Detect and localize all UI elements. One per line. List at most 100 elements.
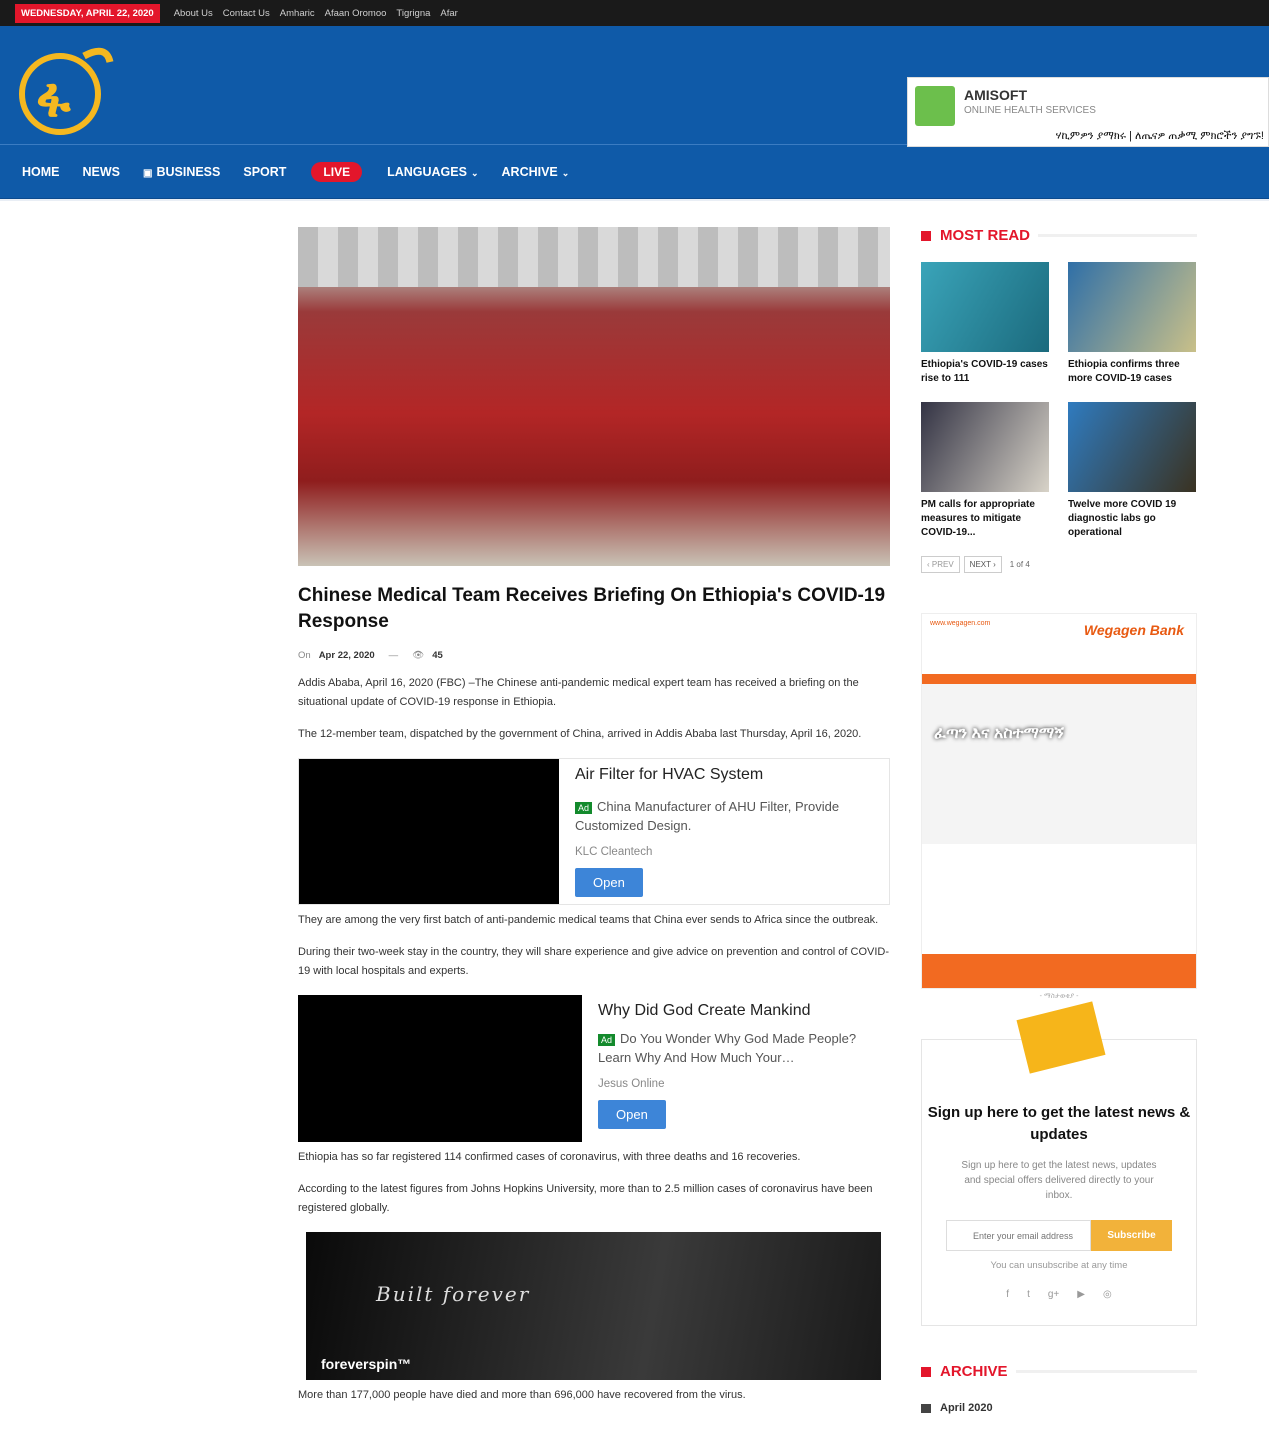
most-read-title[interactable]: Twelve more COVID 19 diagnostic labs go … <box>1068 498 1196 540</box>
nav-archive-label: ARCHIVE <box>501 164 558 179</box>
pager: ‹ PREV NEXT › 1 of 4 <box>921 556 1197 573</box>
most-read-title[interactable]: Ethiopia confirms three more COVID-19 ca… <box>1068 358 1196 386</box>
nav-home[interactable]: HOME <box>22 165 60 179</box>
subscribe-button[interactable]: Subscribe <box>1091 1220 1172 1251</box>
article-title: Chinese Medical Team Receives Briefing O… <box>298 585 886 632</box>
article: Chinese Medical Team Receives Briefing O… <box>298 227 890 1405</box>
newsletter-form: Subscribe <box>946 1220 1172 1251</box>
top-link-contact[interactable]: Contact Us <box>223 8 270 19</box>
ad-tag: Ad <box>575 802 593 814</box>
next-button[interactable]: NEXT › <box>963 556 1002 573</box>
main-nav: HOME NEWS ▣ BUSINESS SPORT LIVE LANGUAGES… <box>0 144 1269 198</box>
ad-image[interactable] <box>298 995 582 1142</box>
envelope-icon <box>1016 1001 1106 1074</box>
ad-open-button[interactable]: Open <box>575 868 643 897</box>
top-link-oromoo[interactable]: Afaan Oromoo <box>325 8 387 19</box>
article-paragraph: They are among the very first batch of a… <box>298 914 879 926</box>
newsletter-box: Sign up here to get the latest news & up… <box>921 1001 1197 1326</box>
ad-title[interactable]: Why Did God Create Mankind <box>598 1002 874 1020</box>
archive-item[interactable]: April 2020 <box>921 1402 1197 1414</box>
top-links: About Us Contact Us Amharic Afaan Oromoo… <box>174 8 458 19</box>
date-badge: WEDNESDAY, APRIL 22, 2020 <box>15 3 160 23</box>
most-read-item[interactable]: Ethiopia confirms three more COVID-19 ca… <box>1068 262 1196 386</box>
ad-hvac[interactable]: Air Filter for HVAC System Ad China Manuf… <box>298 758 890 905</box>
chevron-down-icon: ⌄ <box>470 167 479 178</box>
site-header: ፋ AMISOFT ONLINE HEALTH SERVICES ሃኪምዎን ያ… <box>0 26 1269 147</box>
ad-god[interactable]: Why Did God Create Mankind Ad Do You Wond… <box>298 995 890 1142</box>
instagram-icon[interactable]: ◎ <box>1103 1289 1112 1300</box>
thumbnail[interactable] <box>921 262 1049 352</box>
prev-button[interactable]: ‹ PREV <box>921 556 960 573</box>
bank-url: www.wegagen.com <box>930 620 991 627</box>
newsletter-title: Sign up here to get the latest news & up… <box>927 1104 1191 1143</box>
ad-source: KLC Cleantech <box>575 846 653 858</box>
youtube-icon[interactable]: ▶ <box>1077 1289 1085 1300</box>
header-ad-sub: ONLINE HEALTH SERVICES <box>964 105 1096 116</box>
most-read-item[interactable]: Ethiopia's COVID-19 cases rise to 111 <box>921 262 1049 386</box>
nav-news[interactable]: NEWS <box>83 165 121 179</box>
top-link-afar[interactable]: Afar <box>440 8 457 19</box>
top-link-about[interactable]: About Us <box>174 8 213 19</box>
article-paragraph: Addis Ababa, April 16, 2020 (FBC) –The C… <box>298 677 859 708</box>
top-link-tigrigna[interactable]: Tigrigna <box>396 8 430 19</box>
header-ad[interactable]: AMISOFT ONLINE HEALTH SERVICES ሃኪምዎን ያማክ… <box>907 77 1269 147</box>
most-read-item[interactable]: Twelve more COVID 19 diagnostic labs go … <box>1068 402 1196 540</box>
google-plus-icon[interactable]: g+ <box>1048 1289 1059 1300</box>
ad-desc: Do You Wonder Why God Made People? Learn… <box>598 1031 857 1065</box>
ad-caption: - ማስታወቂያ - <box>1039 993 1079 1000</box>
nav-business[interactable]: ▣ BUSINESS <box>143 165 220 179</box>
article-paragraph: During their two-week stay in the countr… <box>298 946 890 977</box>
most-read-title[interactable]: PM calls for appropriate measures to mit… <box>921 498 1049 540</box>
most-read-heading: MOST READ <box>921 227 1197 244</box>
site-logo[interactable]: ፋ <box>14 36 114 136</box>
ad-brand: foreverspin™ <box>321 1356 412 1372</box>
sidebar: MOST READ Ethiopia's COVID-19 cases rise… <box>921 227 1197 1414</box>
most-read-title[interactable]: Ethiopia's COVID-19 cases rise to 111 <box>921 358 1049 386</box>
social-links: f t g+ ▶ ◎ <box>922 1289 1196 1300</box>
article-date: Apr 22, 2020 <box>318 650 375 661</box>
top-link-amharic[interactable]: Amharic <box>280 8 315 19</box>
nav-languages-label: LANGUAGES <box>387 164 467 179</box>
nav-sport[interactable]: SPORT <box>243 165 286 179</box>
article-paragraph: The 12-member team, dispatched by the go… <box>298 728 862 740</box>
bank-name: Wegagen Bank <box>1083 622 1184 638</box>
ad-desc: China Manufacturer of AHU Filter, Provid… <box>575 799 840 833</box>
article-paragraph: More than 177,000 people have died and m… <box>298 1389 746 1401</box>
ad-script: Built forever <box>376 1282 531 1306</box>
eye-icon: 👁 <box>412 650 425 661</box>
most-read-grid: Ethiopia's COVID-19 cases rise to 111 Et… <box>921 262 1197 540</box>
svg-text:ፋ: ፋ <box>36 66 71 129</box>
facebook-icon[interactable]: f <box>1006 1289 1009 1300</box>
nav-archive[interactable]: ARCHIVE ⌄ <box>502 165 570 179</box>
most-read-item[interactable]: PM calls for appropriate measures to mit… <box>921 402 1049 540</box>
ad-foreverspin[interactable]: Built forever foreverspin™ <box>306 1232 881 1380</box>
meta-sep: — <box>388 650 399 661</box>
article-paragraph: Ethiopia has so far registered 114 confi… <box>298 1151 801 1163</box>
ad-tag: Ad <box>598 1034 616 1046</box>
header-ad-name: AMISOFT <box>964 87 1027 103</box>
newsletter-desc: Sign up here to get the latest news, upd… <box>961 1160 1157 1201</box>
health-icon <box>915 86 955 126</box>
ad-open-button[interactable]: Open <box>598 1100 666 1129</box>
nav-business-label: BUSINESS <box>156 164 221 179</box>
twitter-icon[interactable]: t <box>1027 1289 1030 1300</box>
thumbnail[interactable] <box>1068 402 1196 492</box>
thumbnail[interactable] <box>921 402 1049 492</box>
bank-ad[interactable]: www.wegagen.com Wegagen Bank ፈጣን እና አስተማ… <box>921 613 1197 989</box>
header-ad-amharic: ሃኪምዎን ያማክሩ | ለጤናዎ ጠቃሚ ምክሮችን ያግኙ! <box>1055 130 1264 142</box>
ad-video[interactable] <box>299 759 559 904</box>
ad-title[interactable]: Air Filter for HVAC System <box>575 766 873 784</box>
bank-slogan: ፈጣን እና አስተማማኝ <box>934 725 1064 742</box>
nav-languages[interactable]: LANGUAGES ⌄ <box>387 165 478 179</box>
page-indicator: 1 of 4 <box>1009 560 1030 569</box>
nav-divider <box>0 198 1269 201</box>
email-field[interactable] <box>946 1220 1091 1251</box>
chevron-down-icon: ⌄ <box>561 167 570 178</box>
nav-live[interactable]: LIVE <box>311 161 363 182</box>
ad-source: Jesus Online <box>598 1078 665 1090</box>
meta-on: On <box>298 650 311 661</box>
article-views: 45 <box>432 650 443 661</box>
article-meta: On Apr 22, 2020 — 👁 45 <box>298 650 890 661</box>
article-paragraph: According to the latest figures from Joh… <box>298 1183 873 1214</box>
thumbnail[interactable] <box>1068 262 1196 352</box>
